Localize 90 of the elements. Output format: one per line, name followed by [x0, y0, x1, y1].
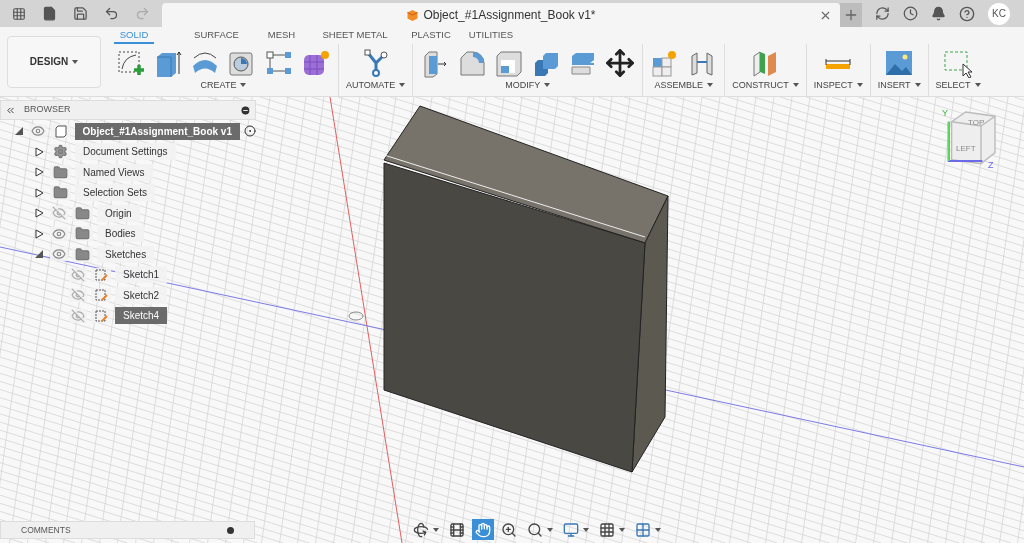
axis-label: Z [988, 159, 994, 172]
browser-item[interactable]: Sketch2 [115, 286, 168, 304]
extensions-icon[interactable] [875, 6, 890, 21]
help-icon[interactable] [959, 5, 975, 22]
tool-group-menu[interactable]: INSERT [877, 78, 921, 92]
collapsed-triangle-icon[interactable] [34, 167, 44, 178]
tool-group-menu[interactable]: CONSTRUCT [732, 78, 799, 92]
eye-icon[interactable] [28, 124, 47, 139]
cube-face-label: LEFT [956, 143, 976, 155]
caret-icon [433, 527, 439, 532]
add-comment-icon[interactable] [227, 526, 234, 534]
caret-icon [399, 83, 406, 88]
cube-icon [406, 8, 420, 22]
tool-group-menu[interactable]: INSPECT [813, 78, 863, 92]
toolbar-tab[interactable]: UTILITIES [461, 27, 521, 44]
new-tab-button[interactable] [840, 3, 862, 27]
toolbar-tab[interactable]: SHEET METAL [309, 27, 401, 44]
settings-icon [53, 144, 68, 160]
hand-icon [475, 521, 491, 538]
toolbar-tab[interactable]: PLASTIC [401, 27, 461, 44]
caret-icon [544, 83, 551, 88]
document-tab[interactable]: Object_#1Assignment_Book v1* [162, 3, 840, 27]
job-status-icon[interactable] [903, 6, 918, 21]
expanded-triangle-icon[interactable] [13, 126, 24, 137]
sketch-icon [94, 308, 108, 323]
zoom-icon [501, 521, 517, 538]
caret-icon [792, 83, 799, 88]
tool-group-menu[interactable]: CREATE [200, 78, 247, 92]
browser-item[interactable]: Sketches [97, 245, 155, 263]
caret-icon [583, 527, 589, 532]
browser-item[interactable]: Document Settings [75, 143, 176, 161]
search-icon [527, 521, 543, 538]
tool-group-menu[interactable]: MODIFY [505, 78, 551, 92]
folder-icon [75, 226, 90, 242]
plus-icon [843, 7, 859, 23]
grid-icon [599, 521, 615, 538]
caret-icon [914, 83, 921, 88]
origin-marker-icon [348, 311, 364, 321]
collapsed-triangle-icon[interactable] [34, 228, 44, 239]
caret-icon [547, 527, 553, 532]
eye-icon[interactable] [50, 247, 68, 262]
document-title: Object_#1Assignment_Book v1* [423, 7, 596, 24]
caret-icon [619, 527, 625, 532]
caret-icon [72, 59, 79, 64]
browser-item[interactable]: Sketch1 [115, 266, 168, 284]
comments-title: COMMENTS [21, 523, 72, 537]
toolbar-tab[interactable]: MESH [254, 27, 309, 44]
eye-icon[interactable] [50, 226, 68, 241]
collapsed-triangle-icon[interactable] [34, 146, 44, 157]
caret-icon [655, 527, 661, 532]
browser-item[interactable]: Selection Sets [75, 184, 155, 202]
cube-face-label: TOP [968, 117, 985, 129]
user-avatar[interactable]: KC [988, 2, 1010, 25]
browser-item[interactable]: Bodies [97, 225, 144, 243]
tool-group-menu[interactable]: AUTOMATE [346, 78, 406, 92]
collapsed-triangle-icon[interactable] [34, 208, 44, 219]
folder-icon [53, 185, 68, 201]
browser-item[interactable]: Object_#1Assignment_Book v1 [74, 122, 240, 140]
folder-icon [75, 246, 90, 262]
monitor-icon [563, 521, 579, 538]
move-icon[interactable] [605, 47, 636, 78]
browser-item[interactable]: Sketch4 [115, 307, 168, 325]
file-icon[interactable] [42, 6, 57, 21]
folder-icon [53, 164, 68, 180]
collapsed-triangle-icon[interactable] [34, 187, 44, 198]
toolbar-tab[interactable]: SURFACE [179, 27, 254, 44]
browser-title: BROWSER [24, 103, 72, 117]
sketch-icon [94, 267, 108, 282]
viewports-icon [635, 521, 651, 538]
caret-icon [974, 83, 981, 88]
folder-icon [75, 205, 90, 221]
tool-group-menu[interactable]: SELECT [935, 78, 981, 92]
workspace-button[interactable]: DESIGN [7, 35, 101, 88]
browser-item[interactable]: Origin [97, 204, 140, 222]
browser-item[interactable]: Named Views [75, 163, 153, 181]
save-icon[interactable] [73, 6, 88, 21]
sketch-icon [94, 288, 108, 303]
caret-icon [706, 83, 713, 88]
bell-icon[interactable] [931, 6, 946, 21]
tool-group-menu[interactable]: ASSEMBLE [654, 78, 713, 92]
minimize-icon[interactable] [240, 104, 251, 116]
expanded-triangle-icon[interactable] [34, 249, 44, 260]
undo-icon[interactable] [104, 6, 119, 21]
active-radio-icon[interactable] [244, 125, 256, 138]
orbit-icon [413, 521, 429, 538]
caret-icon [856, 83, 863, 88]
component-icon [53, 124, 68, 139]
apps-grid-icon[interactable] [12, 6, 26, 21]
caret-icon [240, 83, 247, 88]
axis-label: Y [942, 107, 948, 120]
